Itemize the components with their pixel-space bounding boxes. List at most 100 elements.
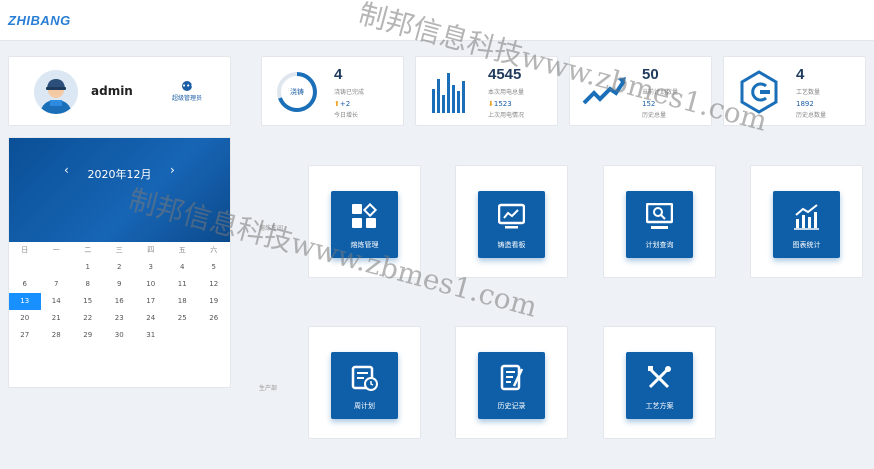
calendar-day[interactable]: 20 bbox=[9, 310, 41, 327]
calendar-day[interactable]: 9 bbox=[104, 276, 136, 293]
calendar-day[interactable]: 12 bbox=[198, 276, 230, 293]
tile-label: 周计划 bbox=[354, 402, 375, 410]
stat-value: 4 bbox=[796, 66, 805, 83]
progress-ring-icon: 浇铸 bbox=[274, 69, 320, 115]
trend-arrow-icon bbox=[582, 69, 628, 115]
stat-label: 本次用电总量 bbox=[488, 89, 525, 96]
calendar-row: 日一二三四五六 bbox=[9, 242, 230, 259]
calendar-day[interactable]: 11 bbox=[167, 276, 199, 293]
calendar-day[interactable]: 30 bbox=[104, 327, 136, 344]
calendar-title: 2020年12月 bbox=[87, 168, 152, 181]
calendar-day[interactable]: 10 bbox=[135, 276, 167, 293]
calendar-day[interactable]: 18 bbox=[167, 293, 199, 310]
calendar-day[interactable]: 26 bbox=[198, 310, 230, 327]
plan-query-button[interactable]: 计划查询 bbox=[626, 191, 693, 258]
tile-history: 历史记录 bbox=[455, 326, 568, 439]
weekday-label: 日 bbox=[21, 246, 29, 254]
calendar-day[interactable]: 27 bbox=[9, 327, 41, 344]
tile-weekly-plan: 周计划 bbox=[308, 326, 421, 439]
process-plan-button[interactable]: 工艺方案 bbox=[626, 352, 693, 419]
stat-sub-value: 1892 bbox=[796, 100, 814, 108]
casting-board-button[interactable]: 铸造看板 bbox=[478, 191, 545, 258]
calendar-day[interactable]: 8 bbox=[72, 276, 104, 293]
tools-icon bbox=[648, 366, 671, 389]
calendar-day[interactable]: 2 bbox=[104, 259, 136, 276]
weekday-label: 四 bbox=[147, 246, 155, 254]
calendar-day-today[interactable]: 13 bbox=[9, 293, 41, 310]
stat-value: 4545 bbox=[488, 66, 522, 83]
tile-label: 铸造看板 bbox=[497, 241, 526, 249]
bar-chart-icon bbox=[794, 204, 819, 230]
calendar-day[interactable]: 17 bbox=[135, 293, 167, 310]
calendar-day[interactable]: 15 bbox=[72, 293, 104, 310]
stat-card-plan: 50 当前计划数量 152 历史总量 bbox=[569, 56, 712, 126]
tile-label: 图表统计 bbox=[792, 241, 821, 249]
calendar-row: 13 14 15 16 17 18 19 bbox=[9, 293, 230, 310]
tile-smelting: 熔炼管理 bbox=[308, 165, 421, 278]
weekday-label: 三 bbox=[115, 246, 123, 254]
calendar-day[interactable]: 25 bbox=[167, 310, 199, 327]
calendar-grid: 日一二三四五六 1 2 3 4 5 6 7 8 9 10 11 12 13 14 15 16 17 18 19 20 21… bbox=[9, 242, 230, 344]
calendar-day bbox=[167, 327, 199, 344]
calendar-day[interactable]: 3 bbox=[135, 259, 167, 276]
tile-label: 计划查询 bbox=[645, 241, 674, 249]
history-button[interactable]: 历史记录 bbox=[478, 352, 545, 419]
calendar-day[interactable]: 16 bbox=[104, 293, 136, 310]
weekday-label: 五 bbox=[178, 246, 186, 254]
stat-label: 当前计划数量 bbox=[642, 89, 679, 96]
role-badge: ••• 超级管理员 bbox=[167, 81, 207, 102]
calendar-day[interactable]: 5 bbox=[198, 259, 230, 276]
calendar-day[interactable]: 6 bbox=[9, 276, 41, 293]
bar-chart-icon bbox=[428, 69, 474, 115]
tile-label: 熔炼管理 bbox=[350, 241, 379, 249]
chat-icon: ••• bbox=[182, 81, 195, 91]
tile-label: 工艺方案 bbox=[645, 402, 674, 410]
stat-sub-value: 152 bbox=[642, 100, 656, 108]
stat-card-casting: 浇铸 4 浇铸已完成 ⬆+2 今日增长 bbox=[261, 56, 404, 126]
stat-card-process: 4 工艺数量 1892 历史总数量 bbox=[723, 56, 866, 126]
top-bar: ZHIBANG bbox=[0, 0, 874, 41]
chart-stats-button[interactable]: 图表统计 bbox=[773, 191, 840, 258]
weekday-label: 六 bbox=[210, 246, 218, 254]
calendar-row: 27 28 29 30 31 bbox=[9, 327, 230, 344]
calendar-row: 6 7 8 9 10 11 12 bbox=[9, 276, 230, 293]
calendar-day[interactable]: 24 bbox=[135, 310, 167, 327]
section-label-production: 生产部 bbox=[259, 385, 278, 392]
calendar-day[interactable]: 31 bbox=[135, 327, 167, 344]
weekday-label: 一 bbox=[52, 246, 60, 254]
smelting-button[interactable]: 熔炼管理 bbox=[331, 191, 398, 258]
calendar-day[interactable]: 14 bbox=[41, 293, 73, 310]
calendar-day[interactable]: 22 bbox=[72, 310, 104, 327]
calendar-day[interactable]: 19 bbox=[198, 293, 230, 310]
tile-casting-board: 铸造看板 bbox=[455, 165, 568, 278]
stat-label: 浇铸已完成 bbox=[334, 89, 365, 96]
tile-chart-stats: 图表统计 bbox=[750, 165, 863, 278]
calendar-day[interactable]: 7 bbox=[41, 276, 73, 293]
next-month-button[interactable]: › bbox=[170, 163, 175, 177]
monitor-chart-icon bbox=[498, 203, 525, 229]
calendar-day[interactable]: 29 bbox=[72, 327, 104, 344]
calendar-row: 12345 bbox=[9, 259, 230, 276]
calendar-day[interactable]: 28 bbox=[41, 327, 73, 344]
username: admin bbox=[91, 84, 133, 98]
stat-sub: ⬆+2 bbox=[334, 100, 351, 108]
weekly-plan-button[interactable]: 周计划 bbox=[331, 352, 398, 419]
user-card: admin ••• 超级管理员 bbox=[8, 56, 231, 126]
stat-value: 50 bbox=[642, 66, 659, 83]
calendar-day[interactable]: 21 bbox=[41, 310, 73, 327]
calendar-day[interactable]: 1 bbox=[72, 259, 104, 276]
calendar-day[interactable]: 23 bbox=[104, 310, 136, 327]
stat-sub: ⬇1523 bbox=[488, 100, 512, 108]
stat-sub-label: 今日增长 bbox=[334, 112, 359, 119]
tile-plan-query: 计划查询 bbox=[603, 165, 716, 278]
stat-label: 工艺数量 bbox=[796, 89, 821, 96]
calendar-day[interactable]: 4 bbox=[167, 259, 199, 276]
weekday-label: 二 bbox=[84, 246, 92, 254]
calendar-day bbox=[198, 327, 230, 344]
apps-icon bbox=[352, 203, 378, 228]
stat-sub-label: 历史总数量 bbox=[796, 112, 827, 119]
calendar-clock-icon bbox=[351, 365, 378, 391]
stat-sub-value: +2 bbox=[339, 100, 351, 108]
hexagon-logo-icon bbox=[736, 69, 782, 115]
stat-sub-label: 历史总量 bbox=[642, 112, 667, 119]
